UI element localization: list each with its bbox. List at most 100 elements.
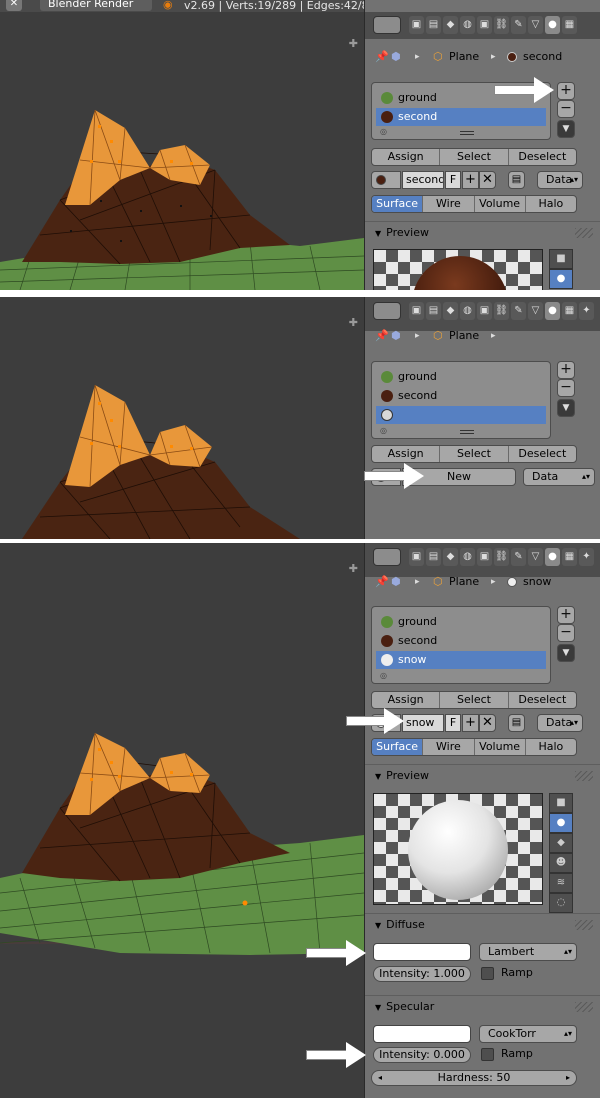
slot-specials-button[interactable]: ▼ (557, 399, 575, 417)
add-slot-button[interactable]: + (557, 361, 575, 379)
unlink-material-button[interactable]: ✕ (479, 171, 496, 189)
preview-flat-button[interactable]: ■ (549, 793, 573, 813)
constraints-tab-icon[interactable]: ⛓ (494, 16, 509, 34)
object-tab-icon[interactable]: ▣ (477, 302, 492, 320)
increment-icon[interactable]: ▸ (566, 1071, 570, 1085)
modifiers-tab-icon[interactable]: ✎ (511, 548, 526, 566)
render-tab-icon[interactable]: ▣ (409, 302, 424, 320)
world-tab-icon[interactable]: ◍ (460, 548, 475, 566)
material-name-field[interactable]: second (402, 171, 444, 189)
deselect-button[interactable]: Deselect (509, 149, 576, 165)
add-slot-button[interactable]: + (557, 606, 575, 624)
slot-ground[interactable]: ground (376, 368, 546, 386)
diffuse-ramp-checkbox[interactable]: Ramp (481, 966, 533, 982)
modifiers-tab-icon[interactable]: ✎ (511, 16, 526, 34)
constraints-tab-icon[interactable]: ⛓ (494, 548, 509, 566)
preview-sphere-button[interactable]: ● (549, 269, 573, 289)
assign-button[interactable]: Assign (372, 149, 441, 165)
material-tab-icon[interactable]: ● (545, 548, 560, 566)
browse-material-button[interactable] (371, 171, 401, 189)
layers-tab-icon[interactable]: ▤ (426, 16, 441, 34)
texture-tab-icon[interactable]: ▦ (562, 302, 577, 320)
tab-halo[interactable]: Halo (526, 739, 576, 755)
editor-type-icon[interactable]: ✕ (6, 0, 22, 11)
assign-button[interactable]: Assign (372, 446, 441, 462)
preview-sphere-button[interactable]: ● (549, 813, 573, 833)
world-tab-icon[interactable]: ◍ (460, 16, 475, 34)
layers-tab-icon[interactable]: ▤ (426, 302, 441, 320)
remove-slot-button[interactable]: − (557, 624, 575, 642)
unlink-material-button[interactable]: ✕ (479, 714, 496, 732)
tab-volume[interactable]: Volume (475, 739, 526, 755)
add-slot-button[interactable]: + (557, 82, 575, 100)
list-resize-icon[interactable]: ◎ (380, 671, 387, 680)
diffuse-color-field[interactable] (373, 943, 471, 961)
render-tab-icon[interactable]: ▣ (409, 548, 424, 566)
list-resize-icon[interactable]: ◎ (380, 127, 387, 136)
remove-slot-button[interactable]: − (557, 379, 575, 397)
material-name-field[interactable]: snow (402, 714, 444, 732)
list-grip-icon[interactable] (460, 131, 474, 135)
viewport-expand-icon[interactable]: ✚ (349, 563, 358, 574)
viewport-expand-icon[interactable]: ✚ (349, 317, 358, 328)
preview-sky-button[interactable]: ◌ (549, 893, 573, 913)
specular-shader-select[interactable]: CookTorr ▴▾ (479, 1025, 577, 1043)
tab-halo[interactable]: Halo (526, 196, 576, 212)
3d-viewport[interactable]: ✚ (0, 0, 364, 290)
texture-tab-icon[interactable]: ▦ (562, 16, 577, 34)
slot-empty[interactable] (376, 406, 546, 424)
list-resize-icon[interactable]: ◎ (380, 426, 387, 435)
pin-icon[interactable]: 📌 (375, 48, 389, 66)
scene-tab-icon[interactable]: ◆ (443, 16, 458, 34)
preview-cube-button[interactable]: ◆ (549, 833, 573, 853)
slot-second[interactable]: second (376, 108, 546, 126)
drag-handle-icon[interactable] (575, 920, 593, 930)
drag-handle-icon[interactable] (575, 771, 593, 781)
pin-icon[interactable]: 📌 (375, 573, 389, 591)
particles-tab-icon[interactable]: ✦ (579, 302, 594, 320)
deselect-button[interactable]: Deselect (509, 446, 576, 462)
preview-section-header[interactable]: ▼ Preview (365, 221, 600, 243)
deselect-button[interactable]: Deselect (509, 692, 576, 708)
viewport-expand-icon[interactable]: ✚ (349, 38, 358, 49)
diffuse-section-header[interactable]: ▼ Diffuse (365, 913, 600, 935)
fake-user-button[interactable]: F (445, 171, 461, 189)
render-tab-icon[interactable]: ▣ (409, 16, 424, 34)
pin-icon[interactable]: 📌 (375, 327, 389, 345)
new-material-button[interactable]: + (462, 714, 479, 732)
specular-ramp-checkbox[interactable]: Ramp (481, 1047, 533, 1063)
object-tab-icon[interactable]: ▣ (477, 548, 492, 566)
editor-menu-button[interactable] (373, 302, 401, 320)
diffuse-intensity-slider[interactable]: Intensity: 1.000 (373, 966, 471, 982)
select-button[interactable]: Select (440, 149, 509, 165)
tab-wire[interactable]: Wire (423, 739, 475, 755)
tab-surface[interactable]: Surface (372, 739, 424, 755)
preview-hair-button[interactable]: ≋ (549, 873, 573, 893)
scene-tab-icon[interactable]: ◆ (443, 548, 458, 566)
link-select[interactable]: Data ▴▾ (537, 714, 583, 732)
select-button[interactable]: Select (440, 446, 509, 462)
constraints-tab-icon[interactable]: ⛓ (494, 302, 509, 320)
slot-snow[interactable]: snow (376, 651, 546, 669)
slot-specials-button[interactable]: ▼ (557, 644, 575, 662)
new-material-button[interactable]: + (462, 171, 479, 189)
fake-user-button[interactable]: F (445, 714, 461, 732)
tab-surface[interactable]: Surface (372, 196, 424, 212)
world-tab-icon[interactable]: ◍ (460, 302, 475, 320)
decrement-icon[interactable]: ◂ (378, 1071, 382, 1085)
data-tab-icon[interactable]: ▽ (528, 302, 543, 320)
tab-wire[interactable]: Wire (423, 196, 475, 212)
slot-specials-button[interactable]: ▼ (557, 120, 575, 138)
slot-ground[interactable]: ground (376, 613, 546, 631)
hardness-slider[interactable]: ◂ Hardness: 50 ▸ (371, 1070, 577, 1086)
editor-menu-button[interactable] (373, 16, 401, 34)
specular-color-field[interactable] (373, 1025, 471, 1043)
tab-volume[interactable]: Volume (475, 196, 526, 212)
material-tab-icon[interactable]: ● (545, 302, 560, 320)
preview-flat-button[interactable]: ■ (549, 249, 573, 269)
drag-handle-icon[interactable] (575, 1002, 593, 1012)
preview-section-header[interactable]: ▼ Preview (365, 764, 600, 786)
scene-tab-icon[interactable]: ◆ (443, 302, 458, 320)
link-select[interactable]: Data ▴▾ (537, 171, 583, 189)
specular-section-header[interactable]: ▼ Specular (365, 995, 600, 1017)
